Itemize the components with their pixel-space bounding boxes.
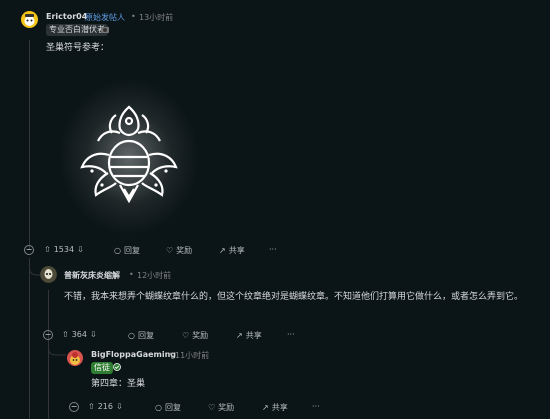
award-label: 奖励 [176,246,193,255]
flair-text: 专业否白潜伏者 [46,24,108,36]
share-icon: ↗ [262,403,269,412]
award-label: 奖励 [218,403,235,412]
flair-emoji-icon [101,27,109,33]
upvote-icon[interactable]: ⇧ [88,402,95,411]
comment-author[interactable]: BigFloppaGaeming [91,350,176,359]
more-options-button[interactable]: ··· [269,245,277,254]
vote-controls: ⇧ 1534 ⇩ [44,245,84,254]
award-icon: ♡ [166,246,174,255]
comment-timestamp: 13小时前 [139,13,174,22]
reply-label: 回复 [123,246,140,255]
downvote-icon[interactable]: ⇩ [77,245,84,254]
upvote-icon[interactable]: ⇧ [62,330,69,339]
share-button[interactable]: ↗ 共享 [219,245,245,256]
share-label: 共享 [228,246,245,255]
upvote-icon[interactable]: ⇧ [44,245,51,254]
comment-body: 第四章：圣巢 [91,379,146,389]
avatar[interactable] [40,266,57,283]
avatar-snoo-icon [70,352,80,365]
thread-line [29,258,30,419]
comment-timestamp: 11小时前 [175,351,210,360]
comment-image[interactable] [58,75,200,235]
comment-bubble-icon: ○ [155,403,162,412]
separator-dot: • [131,12,136,21]
award-icon: ♡ [182,331,190,340]
share-icon: ↗ [236,331,243,340]
separator-dot: • [168,350,173,359]
share-label: 共享 [271,403,288,412]
avatar[interactable] [67,350,83,366]
comment-timestamp: 12小时前 [137,271,172,280]
hallownest-emblem-image [59,79,199,235]
award-button[interactable]: ♡ 奖励 [182,330,208,341]
reply-label: 回复 [137,331,154,340]
op-label: 原始发帖人 [85,13,125,22]
avatar-snoo-icon [24,14,35,26]
avatar[interactable] [21,11,38,28]
award-button[interactable]: ♡ 奖励 [208,402,234,413]
separator-dot: • [129,270,134,279]
comment-bubble-icon: ○ [114,246,121,255]
vote-count: 1534 [53,245,75,254]
comment-body: 圣巢符号参考： [46,43,110,53]
downvote-icon[interactable]: ⇩ [90,330,97,339]
flair-text: 信徒 [91,362,113,374]
more-options-button[interactable]: ··· [287,330,295,339]
reply-label: 回复 [164,403,181,412]
user-flair: 信徒 [91,362,113,374]
vote-controls: ⇧ 216 ⇩ [88,402,123,411]
comment-bubble-icon: ○ [128,331,135,340]
award-label: 奖励 [192,331,209,340]
comment-author[interactable]: 普新灰床炎缩解 [64,270,120,281]
thread-line [29,40,30,250]
award-icon: ♡ [208,403,216,412]
vote-count: 216 [97,402,113,411]
collapse-thread-button[interactable]: − [43,330,53,340]
award-button[interactable]: ♡ 奖励 [166,245,192,256]
comment-body: 不错，我本来想弄个蝴蝶纹章什么的，但这个纹章绝对是蝴蝶纹章。不知道他们打算用它做… [64,292,524,302]
vote-controls: ⇧ 364 ⇩ [62,330,97,339]
share-label: 共享 [245,331,262,340]
vote-count: 364 [71,330,87,339]
avatar-knight-icon [40,266,57,283]
verified-check-icon [113,363,121,371]
comment-author[interactable]: Erictor04 [46,12,87,21]
share-button[interactable]: ↗ 共享 [236,330,262,341]
reply-button[interactable]: ○ 回复 [155,402,181,413]
thread-connector [48,340,66,356]
collapse-thread-button[interactable]: − [69,402,79,412]
reply-button[interactable]: ○ 回复 [114,245,140,256]
reply-button[interactable]: ○ 回复 [128,330,154,341]
user-flair: 专业否白潜伏者 [46,24,108,36]
share-icon: ↗ [219,246,226,255]
collapse-thread-button[interactable]: − [24,245,34,255]
downvote-icon[interactable]: ⇩ [116,402,123,411]
share-button[interactable]: ↗ 共享 [262,402,288,413]
more-options-button[interactable]: ··· [312,402,320,411]
